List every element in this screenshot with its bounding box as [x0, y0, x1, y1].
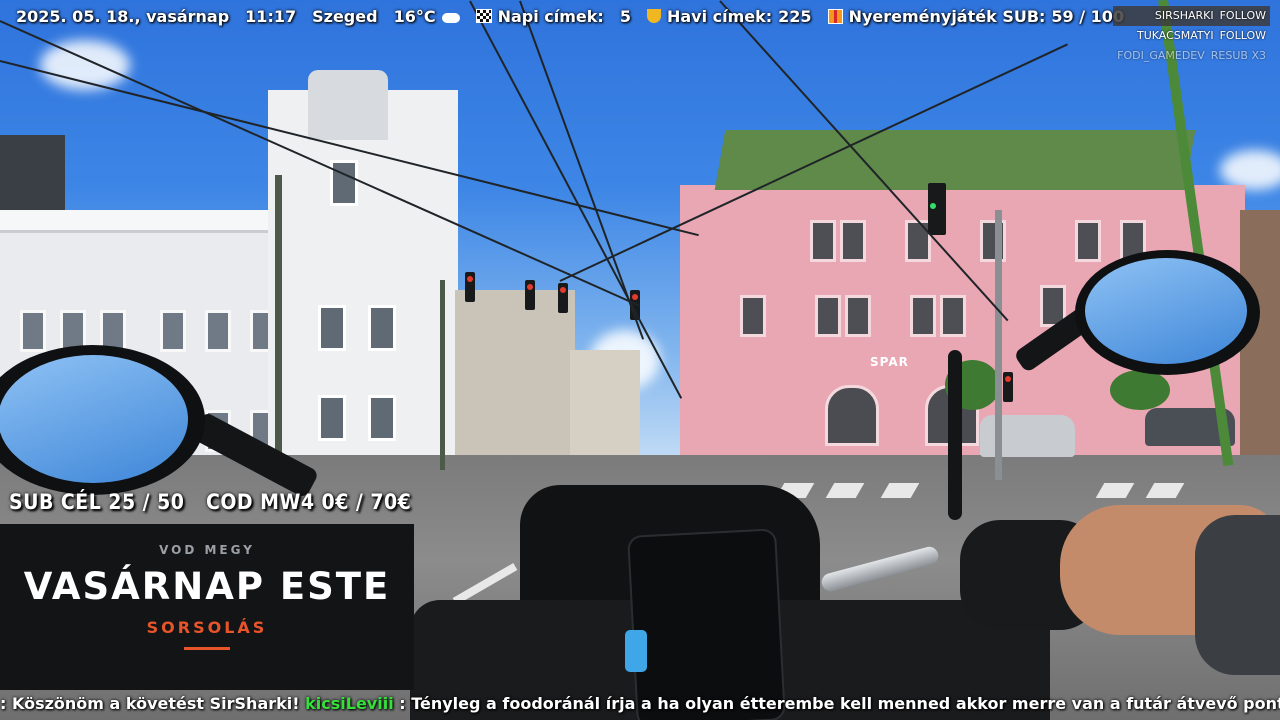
recent-events: SIRSHARKI FOLLOW TUKACSMATYI FOLLOW FODI…: [1113, 6, 1270, 66]
event-row: SIRSHARKI FOLLOW: [1113, 6, 1270, 26]
event-row: FODI_GAMEDEV RESUB X3: [1113, 46, 1270, 66]
signal-pole: [995, 210, 1002, 480]
event-user: TUKACSMATYI: [1136, 29, 1214, 42]
date-time: 2025. 05. 18., vasárnap: [16, 7, 229, 26]
promo-underline: [184, 647, 230, 650]
event-row: TUKACSMATYI FOLLOW: [1113, 26, 1270, 46]
stream-info-bar: 2025. 05. 18., vasárnap 11:17 Szeged 16°…: [0, 0, 1126, 32]
giveaway: Nyereményjáték SUB: 59 / 100: [827, 6, 1124, 26]
checkered-flag-icon: [475, 9, 492, 23]
event-user: FODI_GAMEDEV: [1117, 49, 1205, 62]
traffic-light-green: [928, 183, 946, 235]
chat-ticker: : Köszönöm a követést SirSharki! kicsiLe…: [0, 690, 1280, 720]
time-text: 11:17: [245, 6, 297, 26]
right-mirror: [1075, 250, 1260, 375]
temperature-text: 16°C: [393, 6, 436, 26]
chat-username: kicsiLeviii: [305, 694, 394, 713]
event-user: SIRSHARKI: [1154, 9, 1214, 22]
promo-kicker: VOD MEGY: [159, 543, 255, 557]
promo-panel: VOD MEGY VASÁRNAP ESTE SORSOLÁS: [0, 524, 414, 690]
promo-title: VASÁRNAP ESTE: [23, 565, 391, 608]
daily-value: 5: [619, 6, 631, 26]
promo-subtitle: SORSOLÁS: [146, 618, 268, 637]
phone-clip: [625, 630, 647, 672]
traffic-light: [525, 280, 535, 310]
monthly-label: Havi címek:: [666, 6, 773, 26]
daily-addresses: Napi címek: 5: [475, 6, 631, 26]
daily-label: Napi címek:: [497, 6, 604, 26]
giveaway-label: Nyereményjáték SUB:: [848, 6, 1046, 26]
mirror-stem: [948, 350, 962, 520]
sub-goal: SUB CÉL 25 / 50: [9, 490, 185, 514]
weather: 16°C: [394, 7, 460, 26]
event-action: FOLLOW: [1219, 9, 1266, 22]
rider-sleeve: [1195, 515, 1280, 675]
tree: [1110, 370, 1170, 410]
event-action: FOLLOW: [1219, 29, 1266, 42]
traffic-light: [558, 283, 568, 313]
building-far: [570, 350, 640, 465]
city-text: Szeged: [312, 6, 378, 26]
trophy-icon: [646, 9, 661, 23]
building-tower: [268, 70, 458, 475]
monthly-addresses: Havi címek: 225: [646, 6, 812, 26]
shop-sign: SPAR: [870, 355, 909, 369]
building-far: [455, 290, 575, 465]
traffic-light: [465, 272, 475, 302]
cloud-icon: [441, 13, 460, 23]
date-text: 2025. 05. 18., vasárnap: [16, 6, 230, 26]
event-action: RESUB X3: [1210, 49, 1266, 62]
cod-goal: COD MW4 0€ / 70€: [206, 490, 412, 514]
gift-icon: [827, 8, 843, 24]
chat-message: : Köszönöm a követést SirSharki!: [0, 694, 300, 713]
traffic-light: [1003, 372, 1013, 402]
monthly-value: 225: [778, 6, 812, 26]
lamp-pole: [440, 280, 445, 470]
chat-message: : Tényleg a foodoránál írja a ha olyan é…: [399, 694, 1280, 713]
lamp-pole: [275, 175, 282, 475]
